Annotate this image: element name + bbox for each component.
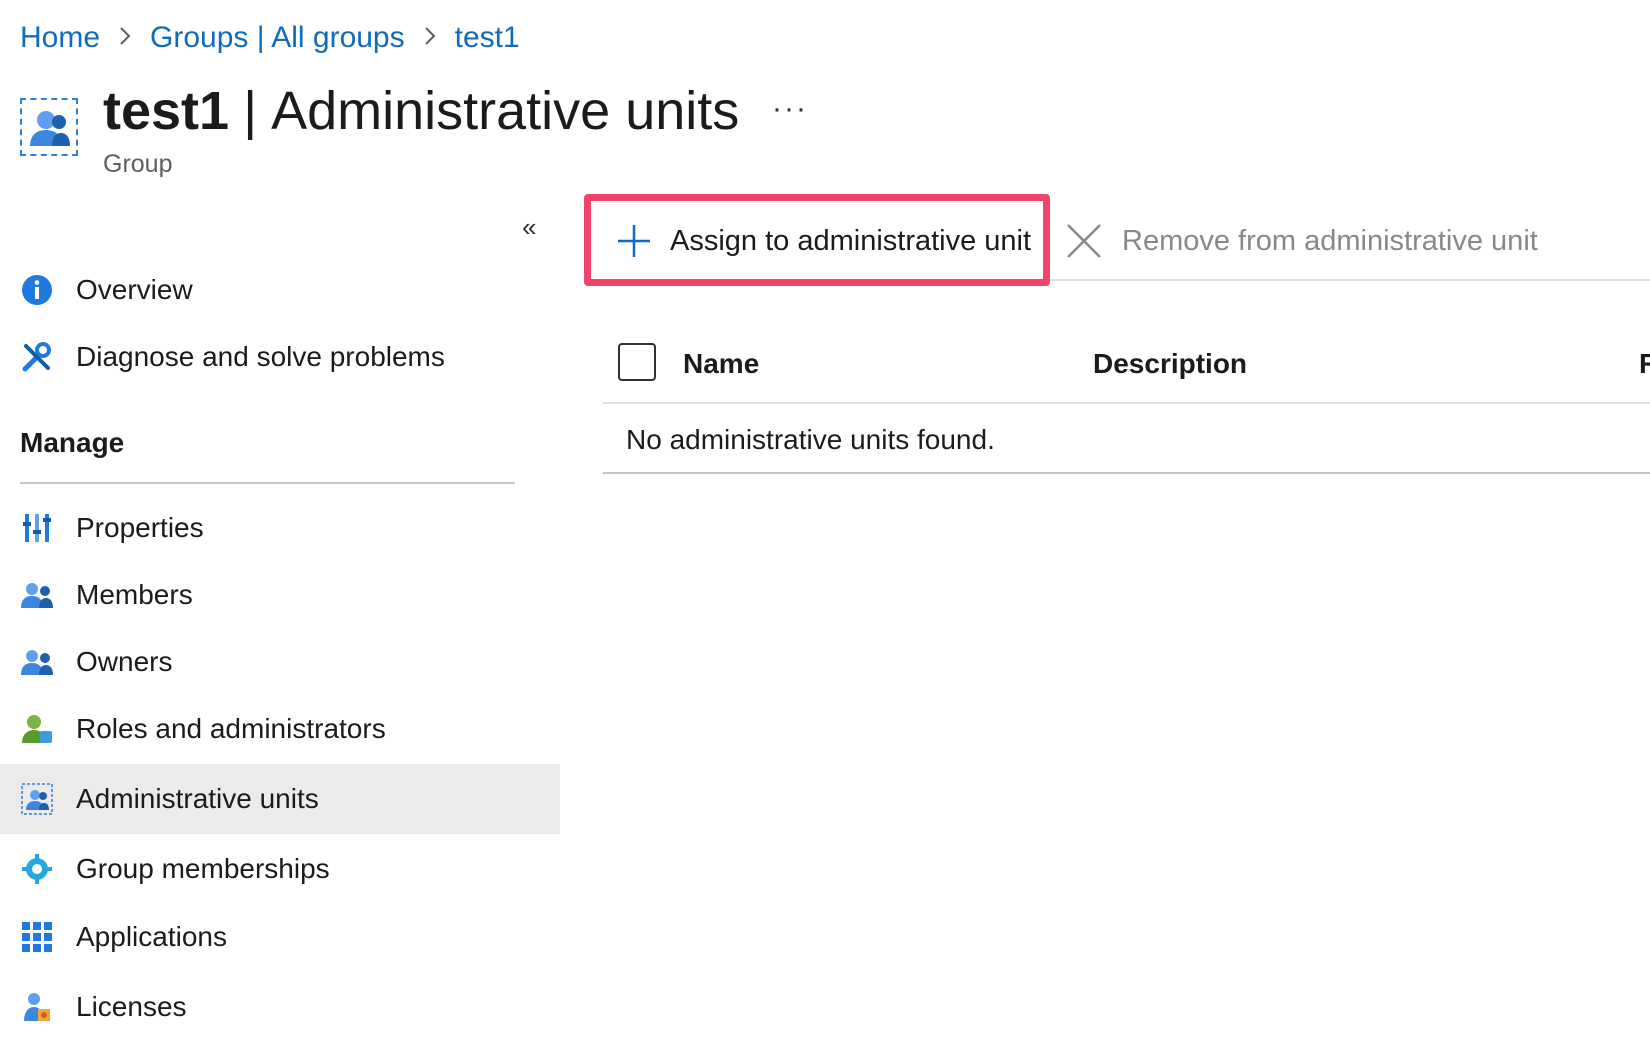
sidebar-item-label: Properties [76, 512, 204, 543]
sidebar-item-administrative-units[interactable]: Administrative units [0, 764, 560, 834]
sidebar-item-label: Overview [76, 274, 193, 305]
collapse-sidebar-button[interactable]: « [522, 212, 536, 243]
admin-unit-icon [20, 782, 54, 816]
sidebar-item-members[interactable]: Members [0, 560, 560, 630]
gear-icon [20, 852, 54, 886]
page-title: test1 | Administrative units [103, 78, 739, 144]
chevron-right-icon [118, 23, 132, 54]
sidebar-item-overview[interactable]: Overview [0, 255, 560, 325]
remove-from-administrative-unit-button[interactable]: Remove from administrative unit [1064, 210, 1538, 272]
sidebar-item-roles[interactable]: Roles and administrators [0, 694, 560, 764]
sidebar-item-label: Administrative units [76, 783, 319, 814]
users-icon [20, 645, 54, 679]
breadcrumb-current[interactable]: test1 [455, 21, 520, 55]
sidebar-item-licenses[interactable]: Licenses [0, 972, 560, 1042]
assign-button-label: Assign to administrative unit [670, 224, 1032, 257]
plus-icon [616, 223, 652, 259]
sidebar-item-group-memberships[interactable]: Group memberships [0, 834, 560, 904]
assign-to-administrative-unit-button[interactable]: Assign to administrative unit [588, 198, 1048, 284]
chevron-right-icon [423, 23, 437, 54]
sidebar-item-applications[interactable]: Applications [0, 902, 560, 972]
divider [603, 472, 1650, 474]
breadcrumb-groups[interactable]: Groups | All groups [150, 21, 405, 55]
page-subtitle: Group [103, 150, 173, 178]
select-all-checkbox[interactable] [618, 343, 656, 381]
breadcrumb: Home Groups | All groups test1 [20, 18, 520, 58]
sidebar-item-label: Group memberships [76, 853, 330, 884]
sidebar-item-label: Applications [76, 921, 227, 952]
admin-unit-icon [20, 98, 78, 156]
wrench-icon [20, 340, 54, 374]
sidebar-item-label: Diagnose and solve problems [76, 341, 445, 372]
table-header: Name Description R [603, 330, 1650, 400]
license-icon [20, 990, 54, 1024]
remove-button-label: Remove from administrative unit [1122, 224, 1538, 257]
empty-state-message: No administrative units found. [626, 424, 995, 455]
sidebar-item-diagnose[interactable]: Diagnose and solve problems [0, 322, 560, 392]
section-heading-manage: Manage [20, 427, 125, 458]
divider [603, 402, 1650, 404]
info-icon [20, 273, 54, 307]
divider [20, 482, 515, 484]
breadcrumb-home[interactable]: Home [20, 21, 100, 55]
sidebar-item-label: Members [76, 579, 193, 610]
page-title-separator: | [243, 81, 258, 141]
column-header-name[interactable]: Name [683, 348, 759, 380]
sidebar-item-owners[interactable]: Owners [0, 627, 560, 697]
column-header-truncated[interactable]: R [1639, 348, 1650, 380]
apps-grid-icon [20, 920, 54, 954]
close-icon [1064, 221, 1104, 261]
more-options-button[interactable]: ··· [772, 92, 808, 126]
users-icon [20, 578, 54, 612]
page-title-name: test1 [103, 81, 230, 141]
column-header-description[interactable]: Description [1093, 348, 1247, 380]
sidebar-item-label: Roles and administrators [76, 713, 386, 744]
page-title-section: Administrative units [271, 81, 740, 141]
properties-icon [20, 511, 54, 545]
divider [1050, 279, 1650, 281]
sidebar-item-properties[interactable]: Properties [0, 493, 560, 563]
role-icon [20, 712, 54, 746]
sidebar-item-label: Owners [76, 646, 173, 677]
sidebar-item-label: Licenses [76, 991, 187, 1022]
